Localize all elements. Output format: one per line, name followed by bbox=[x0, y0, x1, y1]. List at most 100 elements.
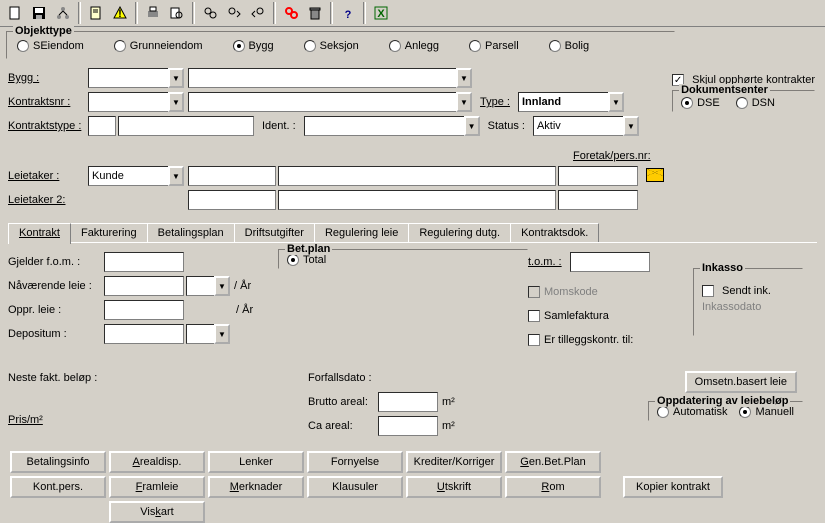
kontraktsnr-combo2[interactable]: ▼ bbox=[188, 92, 472, 112]
klausuler-button[interactable]: Klausuler bbox=[307, 476, 403, 498]
radio-bolig[interactable]: Bolig bbox=[549, 40, 589, 52]
svg-text:X: X bbox=[377, 8, 385, 20]
kontraktstype-label[interactable]: Kontraktstype : bbox=[8, 120, 88, 132]
utskrift-button[interactable]: Utskrift bbox=[406, 476, 502, 498]
tab-fakturering[interactable]: Fakturering bbox=[70, 223, 148, 242]
framleie-button[interactable]: Framleie bbox=[109, 476, 205, 498]
radio-automatisk[interactable]: Automatisk bbox=[657, 406, 727, 418]
type-combo[interactable]: ▼ bbox=[518, 92, 624, 112]
radio-dse[interactable]: DSE bbox=[681, 97, 720, 109]
foretak-input[interactable] bbox=[558, 166, 638, 186]
leietaker2-input3[interactable] bbox=[558, 190, 638, 210]
chevron-down-icon[interactable]: ▼ bbox=[168, 166, 184, 186]
depositum-combo[interactable]: ▼ bbox=[186, 324, 230, 344]
tree-icon[interactable] bbox=[52, 2, 74, 24]
bygg-combo2[interactable]: ▼ bbox=[188, 68, 472, 88]
delete-icon[interactable] bbox=[304, 2, 326, 24]
tom-label[interactable]: t.o.m. : bbox=[528, 256, 562, 268]
leietaker2-input2[interactable] bbox=[278, 190, 556, 210]
arealdisp-button[interactable]: Arealdisp. bbox=[109, 451, 205, 473]
warning-icon[interactable]: ! bbox=[109, 2, 131, 24]
preview-icon[interactable] bbox=[166, 2, 188, 24]
radio-dsn[interactable]: DSN bbox=[736, 97, 775, 109]
type-label[interactable]: Type : bbox=[480, 96, 510, 108]
new-icon[interactable] bbox=[4, 2, 26, 24]
help-icon[interactable]: ? bbox=[337, 2, 359, 24]
radio-anlegg[interactable]: Anlegg bbox=[389, 40, 439, 52]
tab-betalingsplan[interactable]: Betalingsplan bbox=[147, 223, 235, 242]
rom-button[interactable]: Rom bbox=[505, 476, 601, 498]
leietaker-input2[interactable] bbox=[278, 166, 556, 186]
lenker-button[interactable]: Lenker bbox=[208, 451, 304, 473]
merknader-button[interactable]: Merknader bbox=[208, 476, 304, 498]
pris-m2-label[interactable]: Pris/m² bbox=[8, 414, 88, 426]
leietaker2-input1[interactable] bbox=[188, 190, 276, 210]
oppr-leie-input[interactable] bbox=[104, 300, 184, 320]
ca-areal-input[interactable] bbox=[378, 416, 438, 436]
mail-icon[interactable] bbox=[646, 168, 664, 185]
chevron-down-icon[interactable]: ▼ bbox=[623, 116, 639, 136]
radio-grunneiendom[interactable]: Grunneiendom bbox=[114, 40, 203, 52]
tom-input[interactable] bbox=[570, 252, 650, 272]
kontraktsnr-label[interactable]: Kontraktsnr : bbox=[8, 96, 88, 108]
depositum-input[interactable] bbox=[104, 324, 184, 344]
tab-regulering-dutg[interactable]: Regulering dutg. bbox=[408, 223, 511, 242]
bygg-combo1[interactable]: ▼ bbox=[88, 68, 184, 88]
viskart-button[interactable]: Vis kart bbox=[109, 501, 205, 523]
save-icon[interactable] bbox=[28, 2, 50, 24]
brutto-areal-input[interactable] bbox=[378, 392, 438, 412]
tab-regulering-leie[interactable]: Regulering leie bbox=[314, 223, 409, 242]
tab-kontraktsdok[interactable]: Kontraktsdok. bbox=[510, 223, 599, 242]
tab-driftsutgifter[interactable]: Driftsutgifter bbox=[234, 223, 315, 242]
navarende-leie-combo[interactable]: ▼ bbox=[186, 276, 230, 296]
chevron-down-icon[interactable]: ▼ bbox=[608, 92, 624, 112]
kontraktstype-input2[interactable] bbox=[118, 116, 254, 136]
leietaker-input1[interactable] bbox=[188, 166, 276, 186]
excel-icon[interactable]: X bbox=[370, 2, 392, 24]
inkasso-group: Inkasso Sendt ink. Inkassodato bbox=[693, 268, 803, 336]
ident-label: Ident. : bbox=[262, 120, 296, 132]
find-prev-icon[interactable] bbox=[247, 2, 269, 24]
genbetplan-button[interactable]: Gen.Bet.Plan bbox=[505, 451, 601, 473]
chevron-down-icon[interactable]: ▼ bbox=[168, 92, 184, 112]
fornyelse-button[interactable]: Fornyelse bbox=[307, 451, 403, 473]
leietaker2-label[interactable]: Leietaker 2: bbox=[8, 194, 88, 206]
radio-seiendom[interactable]: SEiendom bbox=[17, 40, 84, 52]
radio-bygg[interactable]: Bygg bbox=[233, 40, 274, 52]
tillegg-check[interactable] bbox=[528, 334, 540, 346]
ident-combo[interactable]: ▼ bbox=[304, 116, 480, 136]
krediter-button[interactable]: Krediter/Korriger bbox=[406, 451, 502, 473]
radio-seksjon[interactable]: Seksjon bbox=[304, 40, 359, 52]
leietaker-label[interactable]: Leietaker : bbox=[8, 170, 88, 182]
bygg-label[interactable]: Bygg : bbox=[8, 72, 88, 84]
chevron-down-icon[interactable]: ▼ bbox=[456, 92, 472, 112]
find-icon[interactable] bbox=[199, 2, 221, 24]
tab-kontrakt[interactable]: Kontrakt bbox=[8, 223, 71, 244]
chevron-down-icon[interactable]: ▼ bbox=[464, 116, 480, 136]
find-stop-icon[interactable] bbox=[280, 2, 302, 24]
omsetn-button[interactable]: Omsetn.basert leie bbox=[685, 371, 797, 393]
chevron-down-icon[interactable]: ▼ bbox=[214, 276, 230, 296]
betalingsinfo-button[interactable]: Betalingsinfo bbox=[10, 451, 106, 473]
radio-total[interactable]: Total bbox=[287, 254, 519, 266]
foretak-label[interactable]: Foretak/pers.nr: bbox=[573, 150, 651, 162]
doc-icon[interactable] bbox=[85, 2, 107, 24]
navarende-leie-input[interactable] bbox=[104, 276, 184, 296]
chevron-down-icon[interactable]: ▼ bbox=[456, 68, 472, 88]
samlefaktura-check[interactable] bbox=[528, 310, 540, 322]
radio-parsell[interactable]: Parsell bbox=[469, 40, 519, 52]
chevron-down-icon[interactable]: ▼ bbox=[214, 324, 230, 344]
kopier-button[interactable]: Kopier kontrakt bbox=[623, 476, 723, 498]
leietaker-type-combo[interactable]: ▼ bbox=[88, 166, 184, 186]
dokumentsenter-label: Dokumentsenter bbox=[679, 84, 770, 96]
print-icon[interactable] bbox=[142, 2, 164, 24]
status-combo[interactable]: ▼ bbox=[533, 116, 639, 136]
find-next-icon[interactable] bbox=[223, 2, 245, 24]
kontraktstype-input[interactable] bbox=[88, 116, 116, 136]
sendt-ink-check[interactable]: Sendt ink. bbox=[702, 285, 794, 297]
chevron-down-icon[interactable]: ▼ bbox=[168, 68, 184, 88]
gjelder-fom-input[interactable] bbox=[104, 252, 184, 272]
kontpers-button[interactable]: Kont.pers. bbox=[10, 476, 106, 498]
kontraktsnr-combo[interactable]: ▼ bbox=[88, 92, 184, 112]
radio-manuell[interactable]: Manuell bbox=[739, 406, 794, 418]
